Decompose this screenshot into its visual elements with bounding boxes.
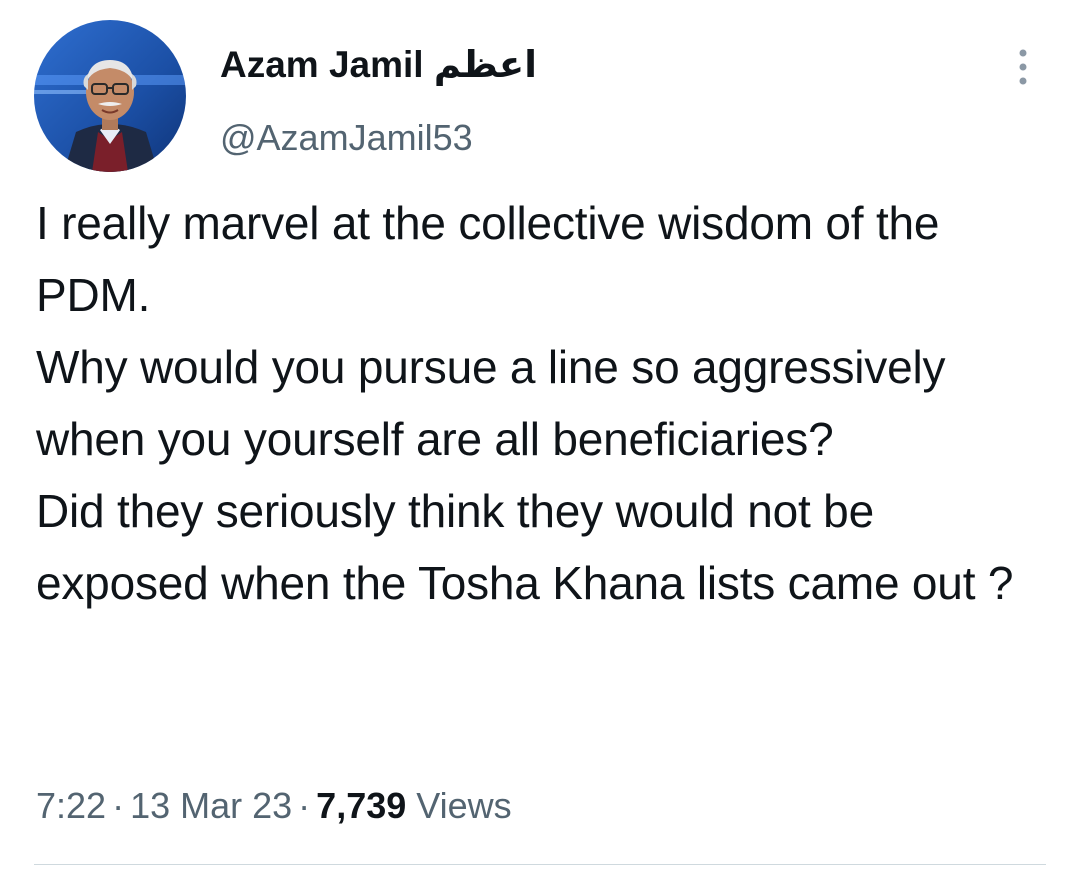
divider [34, 864, 1046, 865]
author-handle[interactable]: @AzamJamil53 [220, 115, 473, 161]
tweet-text: I really marvel at the collective wisdom… [36, 197, 1014, 609]
author-display-name[interactable]: Azam Jamil اعظم [220, 40, 537, 90]
tweet-date[interactable]: 13 Mar 23 [130, 785, 292, 826]
views-label: Views [416, 785, 512, 826]
tweet-card[interactable]: Azam Jamil اعظم @AzamJamil53 I really ma… [0, 0, 1080, 873]
tweet-meta: 7:22 · 13 Mar 23 · 7,739 Views [36, 782, 512, 830]
meta-separator: · [298, 785, 311, 826]
more-options-icon[interactable] [1010, 45, 1036, 89]
tweet-time[interactable]: 7:22 [36, 785, 106, 826]
meta-separator: · [112, 785, 125, 826]
avatar[interactable] [34, 20, 186, 172]
views-count: 7,739 [316, 785, 407, 826]
